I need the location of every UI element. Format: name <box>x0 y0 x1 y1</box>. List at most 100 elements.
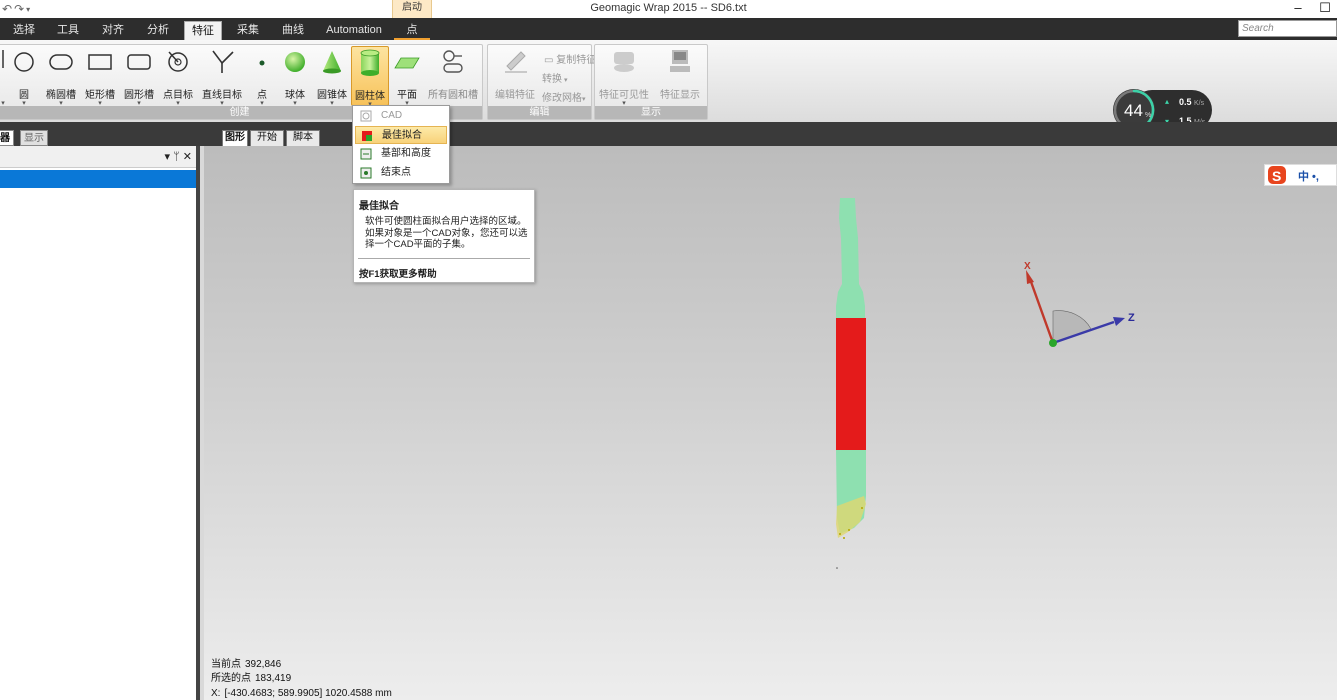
menu-item-best-fit[interactable]: 最佳拟合 <box>355 126 447 144</box>
selected-region <box>836 318 866 450</box>
point-target-icon <box>168 51 188 72</box>
all-circles-slots-label: 所有圆和槽 <box>428 90 478 101</box>
ellipse-slot-icon <box>49 54 73 70</box>
sphere-icon <box>285 52 305 72</box>
tab-automation[interactable]: Automation <box>322 21 386 40</box>
menu-item-cad[interactable]: CAD <box>355 107 447 125</box>
menu-item-end-points[interactable]: 结束点 <box>355 164 447 182</box>
coord-value: [-430.4683; 589.9905] 1020.4588 mm <box>224 688 392 699</box>
cylinder-button[interactable]: 圆柱体 ▾ <box>351 46 389 108</box>
feature-display-button[interactable]: 特征显示 <box>655 46 705 106</box>
tooltip-body: 软件可使圆柱面拟合用户选择的区域。如果对象是一个CAD对象，您还可以选择一个CA… <box>365 216 528 250</box>
feature-visibility-button[interactable]: 特征可见性 ▾ <box>598 46 650 107</box>
panel-controls[interactable]: ▾ ᛘ ✕ <box>165 150 192 163</box>
tab-display[interactable]: 显示 <box>20 130 48 146</box>
left-panel: 器 显示 ▾ ᛘ ✕ <box>0 122 200 700</box>
tab-select[interactable]: 选择 <box>6 21 42 40</box>
plane-icon <box>394 57 420 69</box>
ribbon-tab-bar: 选择 工具 对齐 分析 特征 采集 曲线 Automation 点 Search <box>0 18 1337 40</box>
end-points-icon <box>360 167 372 179</box>
selected-tree-row[interactable] <box>0 170 196 188</box>
base-height-icon <box>360 148 372 160</box>
cylinder-icon <box>360 49 380 76</box>
tab-script[interactable]: 脚本 <box>286 130 320 146</box>
scanned-model <box>836 198 866 569</box>
rect-slot-icon <box>88 54 112 70</box>
edit-feature-icon <box>505 51 527 73</box>
title-bar: ↶ ↷ ▾ 启动 Geomagic Wrap 2015 -- SD6.txt –… <box>0 0 1337 18</box>
point-target-button[interactable]: 点目标 ▾ <box>160 46 196 107</box>
axis-triad: X Z <box>1024 261 1135 347</box>
tab-points[interactable]: 点 <box>394 21 430 40</box>
upload-icon: ▴ <box>1165 97 1169 106</box>
sogou-logo-icon: S <box>1268 166 1286 184</box>
maximize-button[interactable]: ☐ <box>1310 0 1337 18</box>
menu-item-base-height[interactable]: 基部和高度 <box>355 145 447 163</box>
circle-button[interactable]: 圆 ▾ <box>10 46 38 107</box>
x-axis-label: X <box>1024 261 1031 272</box>
best-fit-icon <box>362 131 372 141</box>
tab-graphics[interactable]: 图形 <box>222 130 248 146</box>
circle-icon <box>14 52 34 72</box>
coord-prefix: X: <box>211 688 221 699</box>
z-axis-label: Z <box>1128 312 1135 324</box>
left-panel-tabs: 器 显示 <box>0 122 200 146</box>
convert-button[interactable]: 转换 ▾ <box>542 70 567 85</box>
cursor-coordinates: X: [-430.4683; 589.9905] 1020.4588 mm <box>211 688 392 699</box>
cone-button[interactable]: 圆锥体 ▾ <box>314 46 350 107</box>
plane-button[interactable]: 平面 ▾ <box>392 46 422 107</box>
tooltip-divider <box>358 258 530 259</box>
svg-text:S: S <box>1272 168 1281 184</box>
copy-feature-icon: ▭ <box>544 55 557 66</box>
selected-points-info: 所选的点 183,419 <box>211 669 291 684</box>
line-target-button[interactable]: 直线目标 ▾ <box>200 46 244 107</box>
best-fit-tooltip: 最佳拟合 软件可使圆柱面拟合用户选择的区域。如果对象是一个CAD对象，您还可以选… <box>353 189 535 283</box>
selected-points-value: 183,419 <box>255 673 292 684</box>
copy-feature-button[interactable]: ▭ 复制特征 <box>544 51 596 66</box>
point-icon <box>259 60 265 66</box>
search-input[interactable]: Search <box>1238 20 1337 37</box>
feature-display-icon <box>670 50 690 72</box>
speed-percent-unit: % <box>1145 112 1151 119</box>
edit-feature-label: 编辑特征 <box>495 90 535 101</box>
tab-curves[interactable]: 曲线 <box>275 21 311 40</box>
speed-percent: 44 <box>1124 101 1143 120</box>
display-group-label: 显示 <box>595 106 707 119</box>
tab-features[interactable]: 特征 <box>184 21 222 40</box>
all-circles-slots-button[interactable]: 所有圆和槽 <box>426 46 480 106</box>
current-points-info: 当前点 392,846 <box>211 655 281 670</box>
ime-toolbar[interactable]: S 中 •, <box>1264 164 1337 186</box>
minimize-button[interactable]: – <box>1283 0 1313 18</box>
edit-feature-button[interactable]: 编辑特征 <box>493 46 537 106</box>
tab-capture[interactable]: 采集 <box>230 21 266 40</box>
all-circles-slots-icon <box>443 50 463 73</box>
cone-icon <box>323 51 341 74</box>
rect-slot-button[interactable]: 矩形槽 ▾ <box>82 46 118 107</box>
tab-start[interactable]: 开始 <box>250 130 284 146</box>
tab-analysis[interactable]: 分析 <box>140 21 176 40</box>
feature-display-label: 特征显示 <box>660 90 700 101</box>
tooltip-help: 按F1获取更多帮助 <box>359 269 437 280</box>
round-slot-button[interactable]: 圆形槽 ▾ <box>121 46 157 107</box>
selected-points-label: 所选的点 <box>211 673 251 684</box>
upload-speed: 0.5 <box>1179 97 1192 107</box>
tooltip-title: 最佳拟合 <box>359 201 399 212</box>
hidden-left-button[interactable]: ▾ <box>0 46 8 107</box>
tab-manager[interactable]: 器 <box>0 130 14 146</box>
partial-icon <box>2 50 4 68</box>
window-title: Geomagic Wrap 2015 -- SD6.txt <box>590 2 747 14</box>
cylinder-dropdown-menu: CAD 最佳拟合 基部和高度 结束点 <box>352 105 450 184</box>
cad-icon <box>360 110 372 122</box>
ime-mode: 中 •, <box>1298 171 1319 183</box>
sphere-button[interactable]: 球体 ▾ <box>280 46 310 107</box>
edit-group-label: 编辑 <box>488 106 591 119</box>
upload-unit: K/s <box>1194 100 1205 107</box>
tab-align[interactable]: 对齐 <box>95 21 131 40</box>
left-panel-header: ▾ ᛘ ✕ <box>0 146 196 168</box>
line-target-icon <box>212 50 234 73</box>
point-button[interactable]: 点 ▾ <box>250 46 274 107</box>
ellipse-slot-button[interactable]: 椭圆槽 ▾ <box>43 46 79 107</box>
tab-tools[interactable]: 工具 <box>50 21 86 40</box>
round-slot-icon <box>127 54 151 70</box>
modify-mesh-button[interactable]: 修改网格▾ <box>542 89 586 104</box>
